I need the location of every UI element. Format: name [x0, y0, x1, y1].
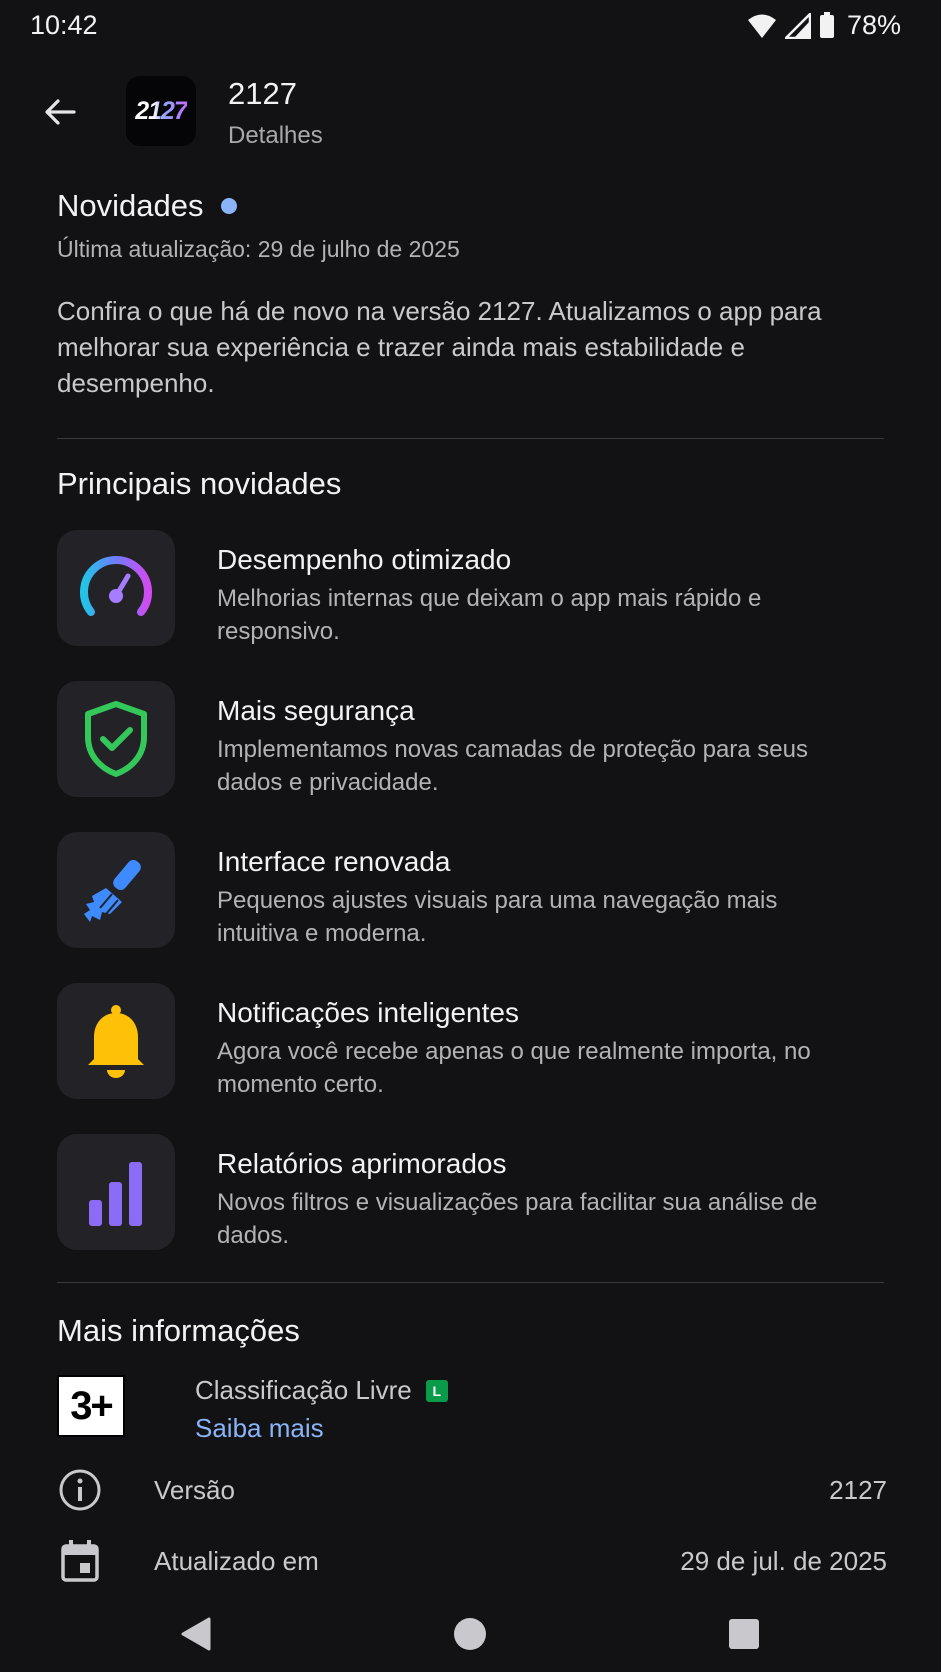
whats-new-title: Novidades	[57, 188, 204, 223]
age-rating-badge: 3+	[57, 1375, 125, 1437]
content-rating-row: 3+ Classificação Livre L Saiba mais	[57, 1375, 887, 1449]
triangle-back-icon	[181, 1617, 211, 1651]
status-time: 10:42	[30, 10, 98, 40]
feature-icon-box	[57, 832, 175, 948]
calendar-icon	[57, 1538, 103, 1584]
feature-item-reports: Relatórios aprimorados Novos filtros e v…	[57, 1134, 887, 1250]
feature-description: Novos filtros e visualizações para facil…	[217, 1189, 818, 1249]
feature-title: Interface renovada	[217, 846, 451, 877]
cell-signal-icon	[784, 12, 811, 39]
feature-title: Relatórios aprimorados	[217, 1148, 507, 1179]
feature-title: Desempenho otimizado	[217, 544, 512, 575]
system-nav-bar	[0, 1600, 941, 1660]
feature-title: Mais segurança	[217, 695, 415, 726]
feature-item-security: Mais segurança Implementamos novas camad…	[57, 681, 887, 797]
feature-icon-box	[57, 1134, 175, 1250]
feature-description: Melhorias internas que deixam o app mais…	[217, 585, 762, 645]
arrow-left-icon	[45, 99, 76, 125]
last-update-text: Última atualização: 29 de julho de 2025	[57, 236, 460, 262]
divider	[57, 1282, 884, 1283]
nav-recents-button[interactable]	[724, 1614, 764, 1654]
square-recents-icon	[729, 1619, 759, 1649]
feature-item-notifications: Notificações inteligentes Agora você rec…	[57, 983, 887, 1099]
new-indicator-dot	[221, 198, 238, 214]
status-bar: 10:42 78%	[0, 0, 941, 52]
feature-title: Notificações inteligentes	[217, 997, 519, 1028]
info-icon	[57, 1467, 103, 1513]
feature-icon-box	[57, 530, 175, 646]
learn-more-link[interactable]: Saiba mais	[195, 1413, 324, 1444]
rating-label-row: Classificação Livre L	[195, 1375, 448, 1406]
feature-item-performance: Desempenho otimizado Melhorias internas …	[57, 530, 887, 646]
whats-new-section: Novidades Última atualização: 29 de julh…	[57, 188, 887, 401]
feature-description: Pequenos ajustes visuais para uma navega…	[217, 887, 778, 947]
updated-label: Atualizado em	[154, 1546, 319, 1576]
battery-icon	[819, 12, 835, 39]
nav-back-button[interactable]	[176, 1614, 216, 1654]
whats-new-description: Confira o que há de novo na versão 2127.…	[57, 296, 822, 398]
speedometer-icon	[80, 556, 152, 616]
circle-home-icon	[454, 1618, 486, 1650]
divider	[57, 438, 884, 439]
feature-description: Implementamos novas camadas de proteção …	[217, 736, 808, 796]
age-rating-text: 3+	[70, 1383, 114, 1428]
paintbrush-icon	[84, 859, 141, 922]
wifi-icon	[747, 13, 777, 39]
bell-icon	[88, 1005, 144, 1078]
feature-item-interface: Interface renovada Pequenos ajustes visu…	[57, 832, 887, 948]
more-info-title: Mais informações	[57, 1313, 300, 1348]
version-value: 2127	[829, 1475, 887, 1505]
livre-badge: L	[425, 1379, 448, 1402]
updated-value: 29 de jul. de 2025	[680, 1546, 887, 1576]
app-subtitle: Detalhes	[228, 122, 323, 149]
app-icon: 2127	[126, 76, 196, 146]
nav-home-button[interactable]	[450, 1614, 490, 1654]
app-bar: 2127 2127 Detalhes	[0, 70, 941, 160]
rating-label: Classificação Livre	[195, 1375, 412, 1405]
bar-chart-icon	[89, 1162, 142, 1226]
highlights-title: Principais novidades	[57, 466, 342, 501]
battery-percent: 78%	[846, 10, 901, 40]
feature-description: Agora você recebe apenas o que realmente…	[217, 1038, 811, 1098]
feature-icon-box	[57, 681, 175, 797]
shield-check-icon	[85, 701, 147, 777]
feature-icon-box	[57, 983, 175, 1099]
updated-row: Atualizado em 29 de jul. de 2025	[57, 1538, 887, 1588]
status-icons: 78%	[747, 10, 901, 41]
back-button[interactable]	[36, 88, 84, 136]
version-row: Versão 2127	[57, 1467, 887, 1517]
version-label: Versão	[154, 1475, 235, 1505]
app-title: 2127	[228, 76, 297, 111]
whats-new-header: Novidades	[57, 188, 887, 224]
app-icon-text: 2127	[135, 96, 188, 125]
